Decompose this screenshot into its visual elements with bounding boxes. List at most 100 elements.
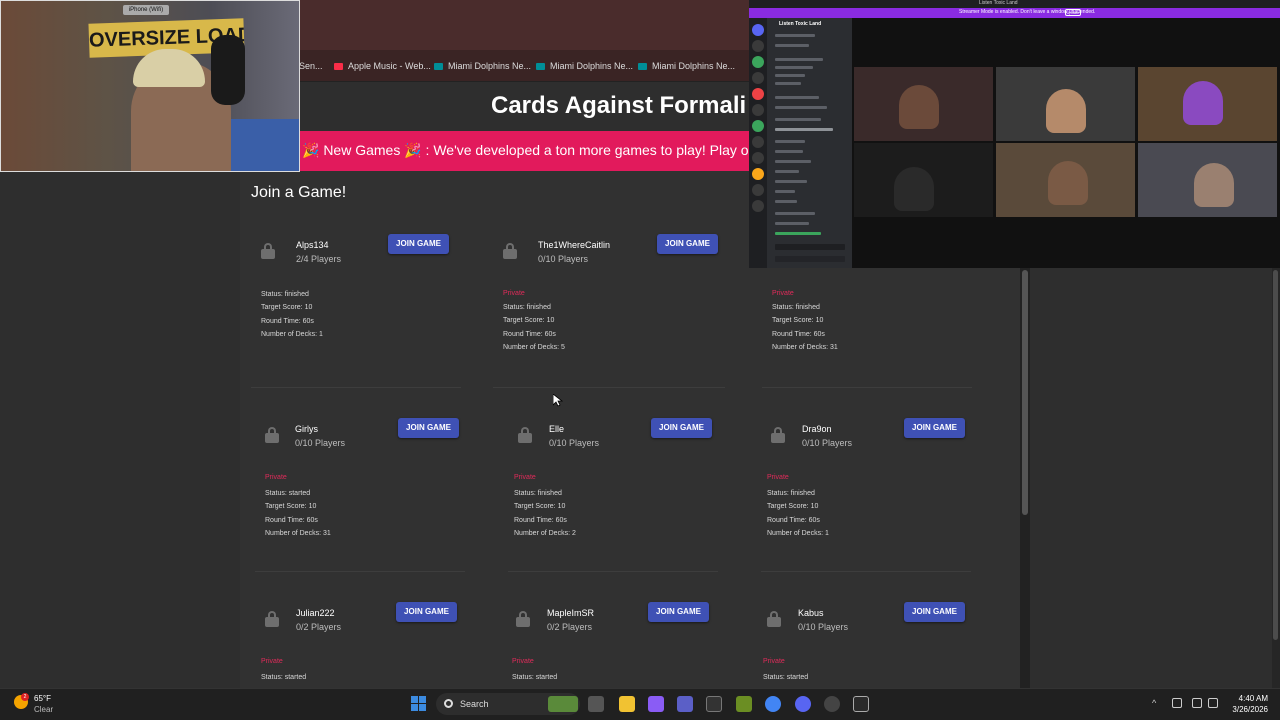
- game-name: MapleImSR: [547, 608, 595, 618]
- join-game-button[interactable]: JOIN GAME: [657, 234, 718, 254]
- app-icon[interactable]: [736, 696, 752, 712]
- join-game-button[interactable]: JOIN GAME: [648, 602, 709, 622]
- server-icon[interactable]: [752, 72, 764, 84]
- server-icon[interactable]: [752, 56, 764, 68]
- video-tile[interactable]: [1138, 143, 1277, 217]
- channel-item[interactable]: [775, 180, 807, 183]
- game-card: Julian222 0/2 Players JOIN GAME Private …: [255, 598, 465, 688]
- app-icon[interactable]: [824, 696, 840, 712]
- mouse-cursor-icon: [553, 394, 563, 407]
- clock-date[interactable]: 3/26/2026: [1218, 705, 1268, 714]
- channel-item[interactable]: [775, 106, 827, 109]
- deck-count: Number of Decks: 1: [261, 331, 323, 339]
- video-tile[interactable]: [996, 143, 1135, 217]
- volume-icon[interactable]: [1208, 698, 1218, 708]
- channel-item[interactable]: [775, 34, 815, 37]
- target-score: Target Score: 10: [767, 503, 819, 511]
- round-time: Round Time: 60s: [767, 516, 820, 524]
- join-game-button[interactable]: JOIN GAME: [651, 418, 712, 438]
- discord-update-button[interactable]: Update: [1065, 9, 1081, 16]
- lock-icon: [503, 243, 517, 259]
- player-count: 0/10 Players: [798, 622, 849, 632]
- announcement-banner: 🎉 New Games 🎉 : We've developed a ton mo…: [300, 131, 760, 171]
- bookmark-item[interactable]: Miami Dolphins Ne...: [434, 50, 531, 82]
- channel-item[interactable]: [775, 150, 803, 153]
- game-name: Dra9on: [802, 424, 832, 434]
- channel-item[interactable]: [775, 96, 819, 99]
- webcam-overlay: OVERSIZE LOAD iPhone (Wifi): [0, 0, 300, 172]
- target-score: Target Score: 10: [514, 503, 566, 511]
- channel-item[interactable]: [775, 128, 833, 131]
- microphone-icon[interactable]: [1172, 698, 1182, 708]
- user-panel[interactable]: [775, 256, 845, 262]
- browser-scroll-thumb[interactable]: [1273, 270, 1278, 640]
- file-explorer-icon[interactable]: [619, 696, 635, 712]
- video-tile[interactable]: [854, 67, 993, 141]
- game-name: Elle: [549, 424, 565, 434]
- bookmark-item[interactable]: Sen...: [299, 50, 323, 82]
- game-name: Julian222: [296, 608, 335, 618]
- server-icon[interactable]: [752, 104, 764, 116]
- channel-item[interactable]: [775, 140, 805, 143]
- join-game-button[interactable]: JOIN GAME: [396, 602, 457, 622]
- channel-item[interactable]: [775, 66, 813, 69]
- join-game-button[interactable]: JOIN GAME: [388, 234, 449, 254]
- apple-music-icon: [334, 63, 343, 71]
- server-icon[interactable]: [752, 24, 764, 36]
- channel-item[interactable]: [775, 170, 799, 173]
- weather-temperature[interactable]: 65°F: [34, 694, 51, 703]
- clock-time[interactable]: 4:40 AM: [1218, 694, 1268, 703]
- channel-item[interactable]: [775, 82, 801, 85]
- server-icon[interactable]: [752, 184, 764, 196]
- game-stats: Status: finished Target Score: 10 Round …: [261, 288, 323, 342]
- channel-item[interactable]: [775, 118, 821, 121]
- join-game-button[interactable]: JOIN GAME: [904, 602, 965, 622]
- teams-icon[interactable]: [677, 696, 693, 712]
- server-icon[interactable]: [752, 120, 764, 132]
- weather-condition[interactable]: Clear: [34, 705, 53, 714]
- discord-icon[interactable]: [795, 696, 811, 712]
- bookmark-item[interactable]: Miami Dolphins Ne...: [536, 50, 633, 82]
- server-icon[interactable]: [752, 136, 764, 148]
- channel-item[interactable]: [775, 74, 805, 77]
- app-icon[interactable]: [706, 696, 722, 712]
- server-icon[interactable]: [752, 40, 764, 52]
- game-status: Status: started: [265, 490, 311, 497]
- channel-item[interactable]: [775, 200, 797, 203]
- copilot-icon[interactable]: [648, 696, 664, 712]
- channel-item[interactable]: [775, 160, 811, 163]
- page-scroll-thumb[interactable]: [1022, 270, 1028, 515]
- game-status: Status: finished: [261, 291, 309, 298]
- target-score: Target Score: 10: [503, 317, 555, 325]
- join-game-button[interactable]: JOIN GAME: [398, 418, 459, 438]
- bookmark-item[interactable]: Miami Dolphins Ne...: [638, 50, 735, 82]
- join-game-button[interactable]: JOIN GAME: [904, 418, 965, 438]
- channel-item[interactable]: [775, 44, 809, 47]
- channel-item[interactable]: [775, 212, 815, 215]
- private-label: Private: [514, 474, 536, 481]
- video-tile[interactable]: [854, 143, 993, 217]
- windows-start-icon[interactable]: [411, 696, 427, 712]
- search-label: Search: [460, 699, 489, 709]
- bookmark-item[interactable]: Apple Music - Web...: [334, 50, 431, 82]
- channel-item[interactable]: [775, 222, 809, 225]
- channel-item[interactable]: [775, 190, 795, 193]
- round-time: Round Time: 60s: [772, 330, 825, 338]
- video-tile[interactable]: [996, 67, 1135, 141]
- task-view-icon[interactable]: [588, 696, 604, 712]
- tray-chevron-icon[interactable]: ^: [1152, 698, 1156, 708]
- voice-controls[interactable]: [775, 244, 845, 250]
- server-icon[interactable]: [752, 88, 764, 100]
- video-tile[interactable]: [1138, 67, 1277, 141]
- game-name: Girlys: [295, 424, 318, 434]
- chrome-icon[interactable]: [765, 696, 781, 712]
- player-count: 2/4 Players: [296, 254, 342, 264]
- obs-icon[interactable]: [853, 696, 869, 712]
- network-icon[interactable]: [1192, 698, 1202, 708]
- server-icon[interactable]: [752, 152, 764, 164]
- channel-item[interactable]: [775, 58, 823, 61]
- search-highlight-image: [548, 696, 578, 712]
- server-icon[interactable]: [752, 168, 764, 180]
- server-icon[interactable]: [752, 200, 764, 212]
- player-count: 0/10 Players: [295, 438, 346, 448]
